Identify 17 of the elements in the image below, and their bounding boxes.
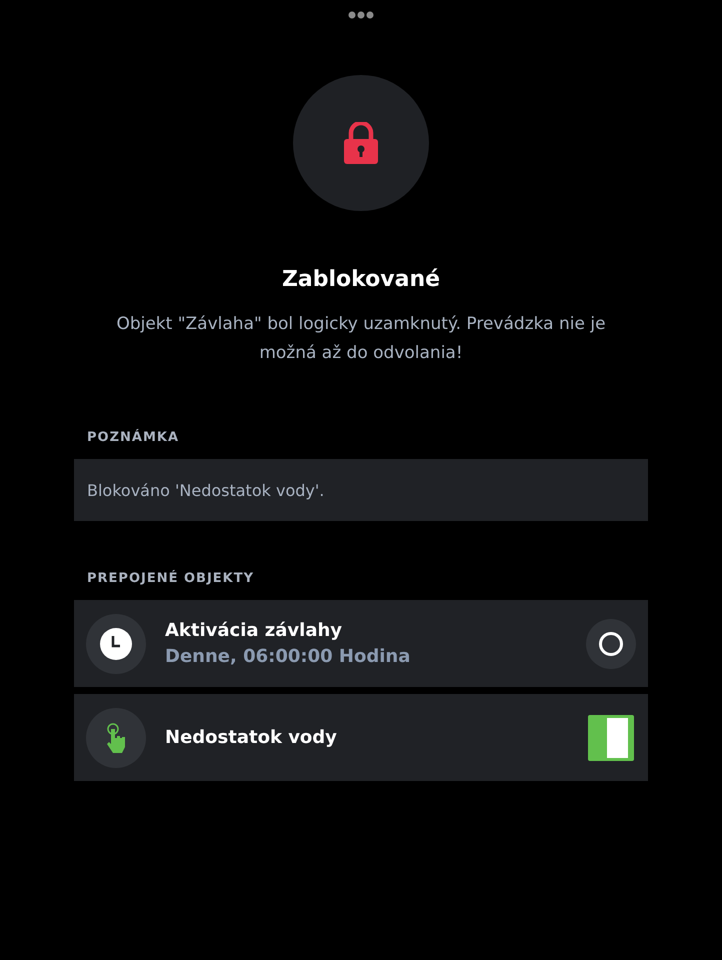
toggle-switch[interactable] (588, 714, 634, 760)
object-title: Aktivácia závlahy (165, 620, 344, 641)
object-title: Nedostatok vody (165, 727, 338, 748)
padlock-icon (344, 122, 378, 164)
trigger-button[interactable] (586, 618, 636, 668)
section-label: POZNÁMKA (86, 430, 180, 445)
status-description: Objekt "Závlaha" bol logicky uzamknutý. Prevádzka nie je možná až do odvolania! (115, 313, 607, 365)
linked-object-row[interactable]: Nedostatok vody (74, 694, 648, 781)
more-icon[interactable] (348, 10, 374, 20)
hand-pointer-icon (105, 722, 127, 752)
ring-icon (598, 630, 624, 656)
object-subtitle: Denne, 06:00:00 Hodina (165, 646, 412, 667)
clock-icon (100, 628, 132, 660)
section-label: PREPOJENÉ OBJEKTY (86, 571, 256, 586)
note-text: Blokováno 'Nedostatok vody'. (74, 459, 648, 521)
status-title: Zablokované (282, 267, 440, 292)
linked-object-row[interactable]: Aktivácia závlahy Denne, 06:00:00 Hodina (74, 600, 648, 687)
